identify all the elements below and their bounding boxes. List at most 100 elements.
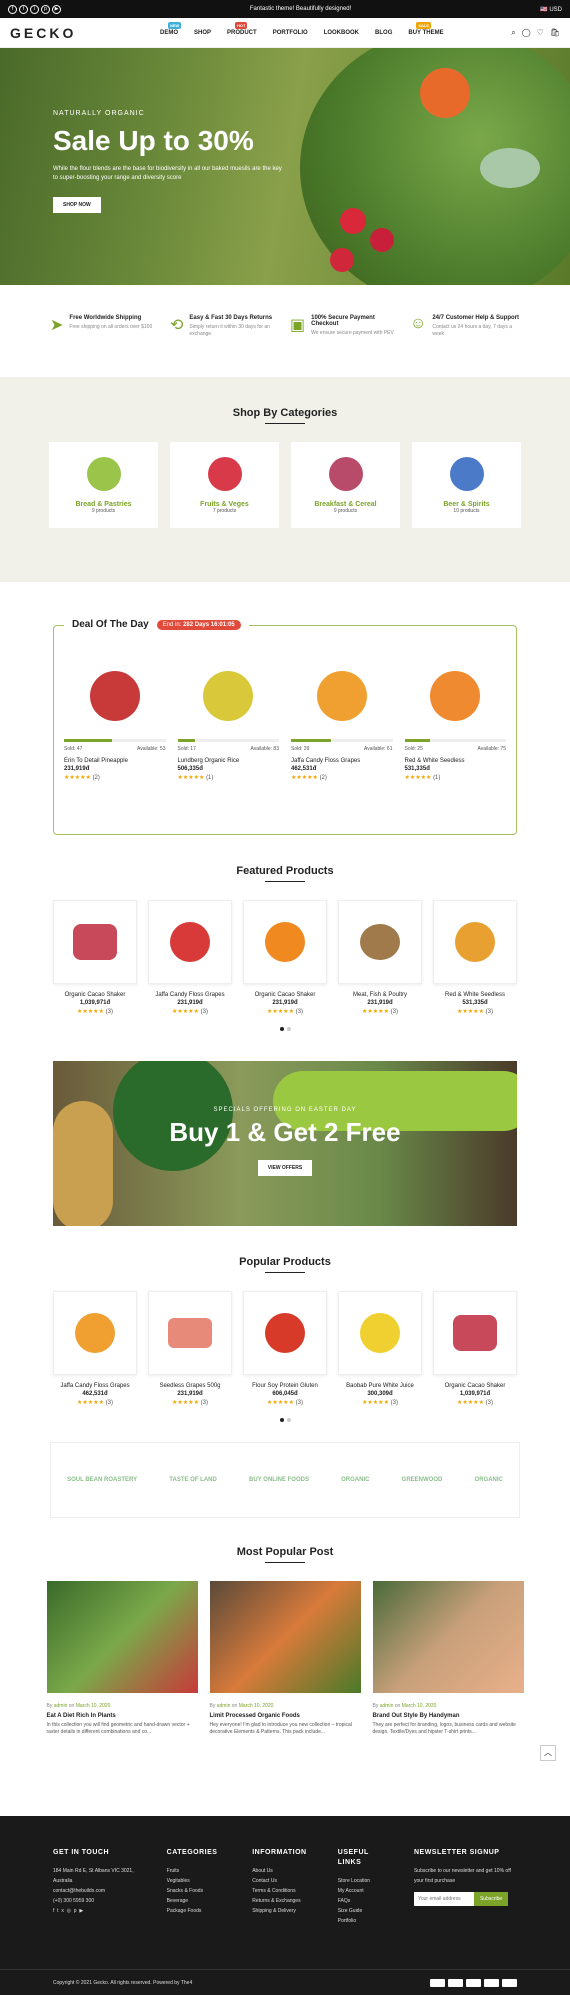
return-icon: ⟲ bbox=[170, 317, 184, 334]
social-links: f t i p ▶ bbox=[8, 4, 61, 14]
header-icons: ⌕ ◯ ♡ 🛍 bbox=[511, 28, 560, 38]
blog-post[interactable]: By admin on March 10, 2020 Limit Processe… bbox=[209, 1581, 361, 1736]
stock-progress bbox=[404, 739, 506, 742]
carousel-dot[interactable] bbox=[286, 1418, 291, 1422]
brand-logo[interactable]: Soul Bean Roastery bbox=[67, 1477, 137, 1483]
blog-post[interactable]: By admin on March 10, 2020 Brand Out Styl… bbox=[372, 1581, 524, 1736]
deal-product[interactable]: Sold: 25 Available: 75 Red & White Seedles… bbox=[404, 658, 506, 781]
facebook-icon[interactable]: f bbox=[8, 4, 17, 14]
view-offers-button[interactable]: VIEW OFFERS bbox=[257, 1160, 313, 1176]
currency-selector[interactable]: 🇺🇸 USD bbox=[540, 6, 562, 13]
youtube-icon[interactable]: ▶ bbox=[52, 4, 61, 14]
nav-blog[interactable]: BLOG bbox=[375, 30, 392, 36]
nav-product[interactable]: PRODUCT Hot bbox=[227, 21, 257, 36]
product-card[interactable]: Flour Soy Protein Gluten 606,045đ ★★★★★ (3… bbox=[243, 1291, 327, 1406]
product-card[interactable]: Baobab Pure White Juice 300,309đ ★★★★★ (3) bbox=[338, 1291, 422, 1406]
footer-link[interactable]: About Us bbox=[252, 1866, 318, 1876]
brand-logo[interactable]: Organic bbox=[475, 1477, 503, 1483]
footer-contact: GET IN TOUCH 184 Main Rd E, St Albans VI… bbox=[53, 1848, 147, 1926]
product-card[interactable]: Organic Cacao Shaker 231,919đ ★★★★★ (3) bbox=[243, 900, 327, 1015]
post-image[interactable] bbox=[46, 1581, 198, 1693]
brand-logo[interactable]: Organic bbox=[341, 1477, 369, 1483]
stock-progress bbox=[291, 739, 393, 742]
phone[interactable]: (+0) 300 5959 300 bbox=[53, 1896, 147, 1906]
discover-icon bbox=[484, 1978, 499, 1987]
footer-link[interactable]: Terms & Conditions bbox=[252, 1886, 318, 1896]
deal-product[interactable]: Sold: 47 Available: 53 Erin To Detail Pine… bbox=[64, 658, 166, 781]
nav-buy-theme[interactable]: BUY THEME Sale bbox=[408, 21, 444, 36]
nav-lookbook[interactable]: LOOKBOOK bbox=[324, 30, 359, 36]
logo[interactable]: GECKO bbox=[10, 25, 160, 41]
blog-posts: Most Popular Post By admin on March 10, … bbox=[0, 1546, 570, 1736]
category-card[interactable]: Breakfast & Cereal 9 products bbox=[291, 442, 400, 528]
footer-link[interactable]: Package Foods bbox=[167, 1906, 233, 1916]
nav-demo[interactable]: DEMO New bbox=[160, 21, 182, 36]
rating-stars: ★★★★★ (2) bbox=[291, 775, 327, 781]
blog-post[interactable]: By admin on March 10, 2020 Eat A Diet Ric… bbox=[46, 1581, 198, 1736]
mango-image bbox=[75, 1313, 115, 1353]
newsletter-email-input[interactable] bbox=[413, 1892, 474, 1906]
carousel-dot[interactable] bbox=[286, 1027, 291, 1031]
product-card[interactable]: Meat, Fish & Poultry 231,919đ ★★★★★ (3) bbox=[338, 900, 422, 1015]
footer-link[interactable]: Fruits bbox=[167, 1866, 233, 1876]
mango-image bbox=[316, 670, 367, 721]
footer-link[interactable]: Shipping & Delivery bbox=[252, 1906, 318, 1916]
hero-description: While the flour blends are the base for … bbox=[53, 166, 282, 181]
deal-product[interactable]: Sold: 39 Available: 61 Jaffa Candy Floss G… bbox=[291, 658, 393, 781]
account-icon[interactable]: ◯ bbox=[522, 28, 531, 38]
copyright: Copyright © 2021 Gecko. All rights reser… bbox=[53, 1979, 193, 1986]
guava-icon bbox=[86, 457, 121, 491]
rating-stars: ★★★★★ (3) bbox=[77, 1400, 113, 1406]
raspberry-icon bbox=[207, 457, 242, 491]
footer-link[interactable]: FAQs bbox=[338, 1896, 394, 1906]
product-card[interactable]: Seedless Grapes 500g 231,919đ ★★★★★ (3) bbox=[148, 1291, 232, 1406]
brand-logo[interactable]: Greenwood bbox=[402, 1477, 443, 1483]
footer-link[interactable]: Portfolio bbox=[338, 1916, 394, 1926]
footer-link[interactable]: Returns & Exchanges bbox=[252, 1896, 318, 1906]
footer-link[interactable]: Vegitables bbox=[167, 1876, 233, 1886]
feature-item: ▣ 100% Secure Payment Checkout We ensure s… bbox=[290, 315, 400, 347]
lemon-image bbox=[360, 1313, 400, 1353]
pinterest-icon[interactable]: p bbox=[41, 4, 50, 14]
footer-link[interactable]: Store Location bbox=[338, 1876, 394, 1886]
product-card[interactable]: Jaffa Candy Floss Grapes 231,919đ ★★★★★ (3… bbox=[148, 900, 232, 1015]
instagram-icon[interactable]: i bbox=[30, 4, 39, 14]
product-card[interactable]: Organic Cacao Shaker 1,039,971đ ★★★★★ (3) bbox=[53, 900, 137, 1015]
plane-icon: ➤ bbox=[50, 317, 64, 334]
brand-logo[interactable]: Taste of Land bbox=[169, 1477, 217, 1483]
post-image[interactable] bbox=[209, 1581, 361, 1693]
cart-icon[interactable]: 🛍 bbox=[550, 28, 560, 38]
category-card[interactable]: Bread & Pastries 9 products bbox=[49, 442, 158, 528]
category-card[interactable]: Fruits & Veges 7 products bbox=[170, 442, 279, 528]
footer-link[interactable]: Contact Us bbox=[252, 1876, 318, 1886]
deal-title: Deal Of The Day bbox=[72, 619, 149, 630]
brand-logo[interactable]: Buy Online Foods bbox=[249, 1477, 309, 1483]
wallet-icon: ▣ bbox=[290, 317, 306, 334]
shop-now-button[interactable]: SHOP NOW bbox=[53, 197, 101, 213]
rating-stars: ★★★★★ (3) bbox=[362, 1400, 398, 1406]
carousel-dot[interactable] bbox=[279, 1418, 284, 1422]
carousel-dot[interactable] bbox=[279, 1027, 284, 1031]
carousel-dots bbox=[0, 1027, 570, 1031]
post-image[interactable] bbox=[372, 1581, 524, 1693]
footer-link[interactable]: Beverage bbox=[167, 1896, 233, 1906]
nav-portfolio[interactable]: PORTFOLIO bbox=[273, 30, 308, 36]
product-card[interactable]: Organic Cacao Shaker 1,039,971đ ★★★★★ (3) bbox=[433, 1291, 517, 1406]
rating-stars: ★★★★★ (3) bbox=[267, 1400, 303, 1406]
payment-icons bbox=[430, 1978, 517, 1987]
category-card[interactable]: Beer & Spirits 10 products bbox=[412, 442, 521, 528]
nav-shop[interactable]: SHOP bbox=[194, 30, 211, 36]
wishlist-icon[interactable]: ♡ bbox=[537, 28, 544, 38]
footer-link[interactable]: Snacks & Foods bbox=[167, 1886, 233, 1896]
twitter-icon[interactable]: t bbox=[19, 4, 28, 14]
deal-product[interactable]: Sold: 17 Available: 83 Lundberg Organic Ri… bbox=[177, 658, 279, 781]
search-icon[interactable]: ⌕ bbox=[511, 28, 515, 38]
product-card[interactable]: Jaffa Candy Floss Grapes 462,531đ ★★★★★ (3… bbox=[53, 1291, 137, 1406]
banner-title: Buy 1 & Get 2 Free bbox=[169, 1117, 401, 1147]
product-card[interactable]: Red & White Seedless 531,335đ ★★★★★ (3) bbox=[433, 900, 517, 1015]
email-link[interactable]: contact@thebuilds.com bbox=[53, 1886, 147, 1896]
footer-link[interactable]: My Account bbox=[338, 1886, 394, 1896]
footer-link[interactable]: Size Guide bbox=[338, 1906, 394, 1916]
subscribe-button[interactable]: Subscribe bbox=[473, 1892, 509, 1906]
back-to-top-button[interactable]: ︿ bbox=[540, 1745, 556, 1761]
